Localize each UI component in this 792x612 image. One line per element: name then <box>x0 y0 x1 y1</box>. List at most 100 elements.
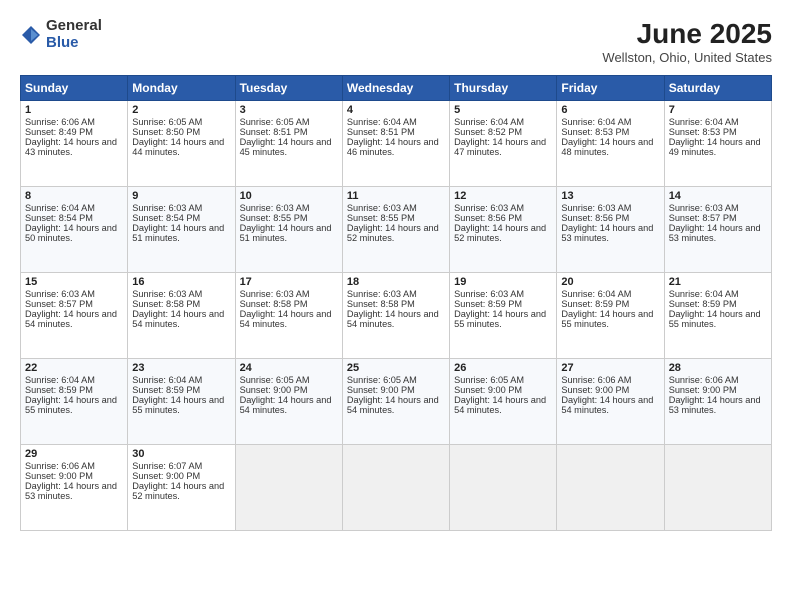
daylight-label: Daylight: 14 hours and 54 minutes. <box>347 309 439 329</box>
daylight-label: Daylight: 14 hours and 55 minutes. <box>669 309 761 329</box>
daylight-label: Daylight: 14 hours and 54 minutes. <box>240 395 332 415</box>
daylight-label: Daylight: 14 hours and 45 minutes. <box>240 137 332 157</box>
sunrise-label: Sunrise: 6:05 AM <box>132 117 202 127</box>
sunrise-label: Sunrise: 6:04 AM <box>669 117 739 127</box>
daylight-label: Daylight: 14 hours and 53 minutes. <box>669 395 761 415</box>
calendar-week-row: 22Sunrise: 6:04 AMSunset: 8:59 PMDayligh… <box>21 359 772 445</box>
sunset-label: Sunset: 8:58 PM <box>132 299 200 309</box>
day-number: 30 <box>132 448 230 460</box>
sunset-label: Sunset: 8:55 PM <box>347 213 415 223</box>
calendar-day-cell: 9Sunrise: 6:03 AMSunset: 8:54 PMDaylight… <box>128 187 235 273</box>
sunset-label: Sunset: 8:58 PM <box>347 299 415 309</box>
day-number: 24 <box>240 362 338 374</box>
calendar-week-row: 15Sunrise: 6:03 AMSunset: 8:57 PMDayligh… <box>21 273 772 359</box>
calendar-day-cell: 2Sunrise: 6:05 AMSunset: 8:50 PMDaylight… <box>128 101 235 187</box>
calendar-day-cell: 22Sunrise: 6:04 AMSunset: 8:59 PMDayligh… <box>21 359 128 445</box>
logo-general-text: General <box>46 18 102 35</box>
sunrise-label: Sunrise: 6:06 AM <box>25 461 95 471</box>
day-number: 5 <box>454 104 552 116</box>
daylight-label: Daylight: 14 hours and 54 minutes. <box>561 395 653 415</box>
sunrise-label: Sunrise: 6:03 AM <box>132 203 202 213</box>
sunrise-label: Sunrise: 6:05 AM <box>347 375 417 385</box>
sunset-label: Sunset: 8:59 PM <box>669 299 737 309</box>
sunrise-label: Sunrise: 6:04 AM <box>25 375 95 385</box>
sunset-label: Sunset: 8:53 PM <box>669 127 737 137</box>
col-saturday: Saturday <box>664 76 771 101</box>
calendar-day-cell: 24Sunrise: 6:05 AMSunset: 9:00 PMDayligh… <box>235 359 342 445</box>
sunrise-label: Sunrise: 6:03 AM <box>132 289 202 299</box>
sunset-label: Sunset: 8:56 PM <box>561 213 629 223</box>
sunrise-label: Sunrise: 6:03 AM <box>454 203 524 213</box>
day-number: 6 <box>561 104 659 116</box>
calendar-day-cell <box>557 445 664 531</box>
calendar-day-cell: 8Sunrise: 6:04 AMSunset: 8:54 PMDaylight… <box>21 187 128 273</box>
daylight-label: Daylight: 14 hours and 54 minutes. <box>347 395 439 415</box>
calendar-day-cell <box>342 445 449 531</box>
sunrise-label: Sunrise: 6:06 AM <box>669 375 739 385</box>
sunrise-label: Sunrise: 6:04 AM <box>561 117 631 127</box>
sunset-label: Sunset: 8:52 PM <box>454 127 522 137</box>
day-number: 3 <box>240 104 338 116</box>
calendar-day-cell: 18Sunrise: 6:03 AMSunset: 8:58 PMDayligh… <box>342 273 449 359</box>
sunrise-label: Sunrise: 6:04 AM <box>347 117 417 127</box>
calendar-day-cell <box>450 445 557 531</box>
calendar-day-cell: 6Sunrise: 6:04 AMSunset: 8:53 PMDaylight… <box>557 101 664 187</box>
calendar-day-cell: 16Sunrise: 6:03 AMSunset: 8:58 PMDayligh… <box>128 273 235 359</box>
col-monday: Monday <box>128 76 235 101</box>
daylight-label: Daylight: 14 hours and 51 minutes. <box>132 223 224 243</box>
calendar-day-cell: 20Sunrise: 6:04 AMSunset: 8:59 PMDayligh… <box>557 273 664 359</box>
daylight-label: Daylight: 14 hours and 52 minutes. <box>347 223 439 243</box>
sunset-label: Sunset: 8:58 PM <box>240 299 308 309</box>
day-number: 8 <box>25 190 123 202</box>
daylight-label: Daylight: 14 hours and 51 minutes. <box>240 223 332 243</box>
daylight-label: Daylight: 14 hours and 52 minutes. <box>132 481 224 501</box>
logo-blue-text: Blue <box>46 35 102 52</box>
day-number: 1 <box>25 104 123 116</box>
sunset-label: Sunset: 8:59 PM <box>561 299 629 309</box>
day-number: 2 <box>132 104 230 116</box>
title-block: June 2025 Wellston, Ohio, United States <box>602 18 772 65</box>
daylight-label: Daylight: 14 hours and 50 minutes. <box>25 223 117 243</box>
calendar-day-cell <box>235 445 342 531</box>
daylight-label: Daylight: 14 hours and 48 minutes. <box>561 137 653 157</box>
month-title: June 2025 <box>602 18 772 50</box>
day-number: 15 <box>25 276 123 288</box>
daylight-label: Daylight: 14 hours and 55 minutes. <box>132 395 224 415</box>
calendar-day-cell: 23Sunrise: 6:04 AMSunset: 8:59 PMDayligh… <box>128 359 235 445</box>
daylight-label: Daylight: 14 hours and 47 minutes. <box>454 137 546 157</box>
day-number: 26 <box>454 362 552 374</box>
sunrise-label: Sunrise: 6:05 AM <box>240 375 310 385</box>
sunset-label: Sunset: 8:59 PM <box>25 385 93 395</box>
day-number: 28 <box>669 362 767 374</box>
calendar-day-cell: 17Sunrise: 6:03 AMSunset: 8:58 PMDayligh… <box>235 273 342 359</box>
day-number: 4 <box>347 104 445 116</box>
calendar-day-cell: 15Sunrise: 6:03 AMSunset: 8:57 PMDayligh… <box>21 273 128 359</box>
calendar-day-cell: 12Sunrise: 6:03 AMSunset: 8:56 PMDayligh… <box>450 187 557 273</box>
sunset-label: Sunset: 9:00 PM <box>347 385 415 395</box>
sunset-label: Sunset: 9:00 PM <box>25 471 93 481</box>
sunset-label: Sunset: 9:00 PM <box>240 385 308 395</box>
calendar-day-cell: 30Sunrise: 6:07 AMSunset: 9:00 PMDayligh… <box>128 445 235 531</box>
calendar-table: Sunday Monday Tuesday Wednesday Thursday… <box>20 75 772 531</box>
sunrise-label: Sunrise: 6:03 AM <box>347 289 417 299</box>
sunrise-label: Sunrise: 6:04 AM <box>25 203 95 213</box>
day-number: 23 <box>132 362 230 374</box>
day-number: 19 <box>454 276 552 288</box>
daylight-label: Daylight: 14 hours and 44 minutes. <box>132 137 224 157</box>
day-number: 29 <box>25 448 123 460</box>
calendar-day-cell: 21Sunrise: 6:04 AMSunset: 8:59 PMDayligh… <box>664 273 771 359</box>
day-number: 9 <box>132 190 230 202</box>
sunrise-label: Sunrise: 6:04 AM <box>669 289 739 299</box>
calendar-day-cell: 11Sunrise: 6:03 AMSunset: 8:55 PMDayligh… <box>342 187 449 273</box>
calendar-day-cell: 28Sunrise: 6:06 AMSunset: 9:00 PMDayligh… <box>664 359 771 445</box>
daylight-label: Daylight: 14 hours and 55 minutes. <box>25 395 117 415</box>
sunset-label: Sunset: 8:54 PM <box>25 213 93 223</box>
col-tuesday: Tuesday <box>235 76 342 101</box>
calendar-day-cell: 13Sunrise: 6:03 AMSunset: 8:56 PMDayligh… <box>557 187 664 273</box>
day-number: 11 <box>347 190 445 202</box>
day-number: 21 <box>669 276 767 288</box>
calendar-day-cell: 27Sunrise: 6:06 AMSunset: 9:00 PMDayligh… <box>557 359 664 445</box>
calendar-day-cell: 10Sunrise: 6:03 AMSunset: 8:55 PMDayligh… <box>235 187 342 273</box>
sunrise-label: Sunrise: 6:03 AM <box>240 203 310 213</box>
sunrise-label: Sunrise: 6:03 AM <box>669 203 739 213</box>
